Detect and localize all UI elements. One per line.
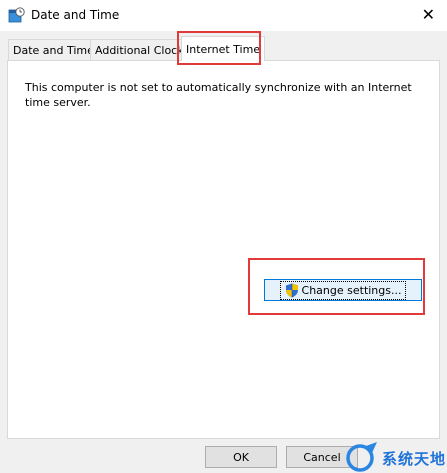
tab-additional-clocks[interactable]: Additional Clocks: [90, 39, 195, 60]
date-time-app-icon: [8, 7, 25, 23]
watermark-text: 系统天地: [382, 450, 447, 468]
cancel-button[interactable]: Cancel: [286, 446, 358, 468]
change-settings-focus: Change settings...: [279, 280, 407, 300]
tab-date-and-time[interactable]: Date and Time: [8, 39, 99, 60]
window-title: Date and Time: [31, 8, 120, 22]
internet-time-panel: This computer is not set to automaticall…: [7, 60, 440, 439]
uac-shield-icon: [285, 283, 298, 297]
sync-status-message: This computer is not set to automaticall…: [25, 81, 412, 109]
tab-internet-time[interactable]: Internet Time: [181, 36, 266, 61]
title-bar: Date and Time ✕: [0, 0, 447, 31]
change-settings-button[interactable]: Change settings...: [264, 279, 422, 301]
close-icon[interactable]: ✕: [422, 5, 435, 24]
change-settings-label: Change settings...: [301, 283, 402, 297]
ok-button[interactable]: OK: [205, 446, 277, 468]
